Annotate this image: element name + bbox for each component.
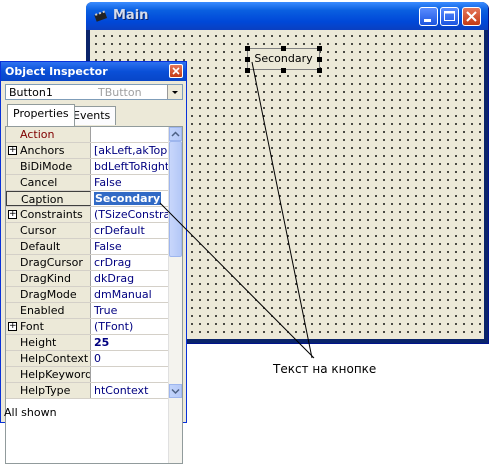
callout-line-button xyxy=(251,61,313,359)
annotation-label: Текст на кнопке xyxy=(273,362,377,376)
tab-properties[interactable]: Properties xyxy=(7,104,75,126)
callout-line-caption xyxy=(159,202,315,359)
tab-properties-label: Properties xyxy=(13,107,69,120)
annotation-callout-lines xyxy=(159,61,315,359)
